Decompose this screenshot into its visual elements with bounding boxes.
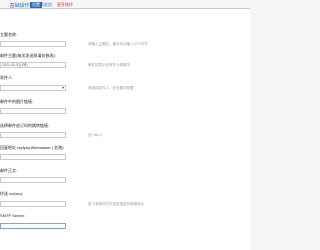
sender-select[interactable]: ▾ bbox=[0, 85, 66, 91]
field-label-unsubscribe-link: 选择邮件退订时的跳转链接: bbox=[0, 123, 50, 128]
cc-input[interactable] bbox=[0, 201, 66, 207]
smtp-secret-input[interactable] bbox=[0, 223, 66, 229]
chevron-down-icon: ▾ bbox=[61, 85, 64, 90]
field-label-sender: 发件人: bbox=[0, 75, 14, 80]
image-link-input[interactable] bbox=[0, 108, 66, 114]
subject-hint: 邮件将显示在收件人邮箱中 bbox=[88, 63, 130, 67]
field-label-cc: 抄送 cc(bcc): bbox=[0, 191, 24, 196]
field-label-body: 邮件正文: bbox=[0, 168, 18, 173]
unsubscribe-link-input[interactable] bbox=[0, 132, 66, 138]
unsubscribe-link-hint: 如: http:// bbox=[88, 133, 103, 137]
theme-name-input[interactable] bbox=[0, 41, 66, 47]
cc-hint: 用于发邮件时抄送给指定的邮箱地址 bbox=[88, 202, 144, 206]
theme-name-hint: 请输入主题名，最多可以输入20个字符 bbox=[88, 42, 148, 46]
field-label-subject: 邮件主题(每次发送前请勿修改): bbox=[0, 53, 56, 58]
settings-form: 主题名称: 请输入主题名，最多可以输入20个字符 邮件主题(每次发送前请勿修改)… bbox=[0, 9, 250, 250]
replyto-input[interactable] bbox=[0, 154, 66, 160]
body-input[interactable] bbox=[0, 177, 66, 183]
field-label-replyto: 回复地址 replyto(Webmaster | 名称): bbox=[0, 145, 65, 150]
field-label-smtp-secret: SMTP Secret: bbox=[0, 213, 25, 218]
sender-hint: 请选择发件人，在设置中配置 bbox=[88, 86, 134, 90]
field-label-theme-name: 主题名称: bbox=[0, 32, 18, 37]
field-label-image-link: 邮件中的图片链接: bbox=[0, 99, 34, 104]
subject-input[interactable]: 2021-03-01(1号) bbox=[0, 62, 66, 68]
